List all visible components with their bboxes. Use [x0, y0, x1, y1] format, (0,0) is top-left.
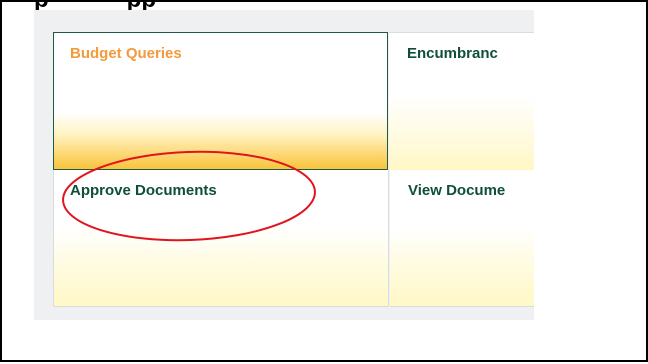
- tile-budget-queries[interactable]: Budget Queries: [53, 32, 388, 170]
- tile-grid: Budget Queries Encumbranc Approve Docume…: [34, 10, 534, 320]
- tile-approve-documents-label: Approve Documents: [70, 182, 217, 199]
- tile-approve-documents[interactable]: Approve Documents: [53, 170, 389, 307]
- screenshot-frame: ppp Budget Queries Encumbranc Approve Do…: [0, 0, 648, 362]
- tile-view-documents-label: View Docume: [408, 182, 506, 199]
- tile-encumbrance-label: Encumbranc: [407, 45, 498, 62]
- tile-view-documents[interactable]: View Docume: [390, 170, 534, 307]
- tile-encumbrance[interactable]: Encumbranc: [389, 32, 534, 170]
- tile-budget-queries-label: Budget Queries: [70, 45, 182, 62]
